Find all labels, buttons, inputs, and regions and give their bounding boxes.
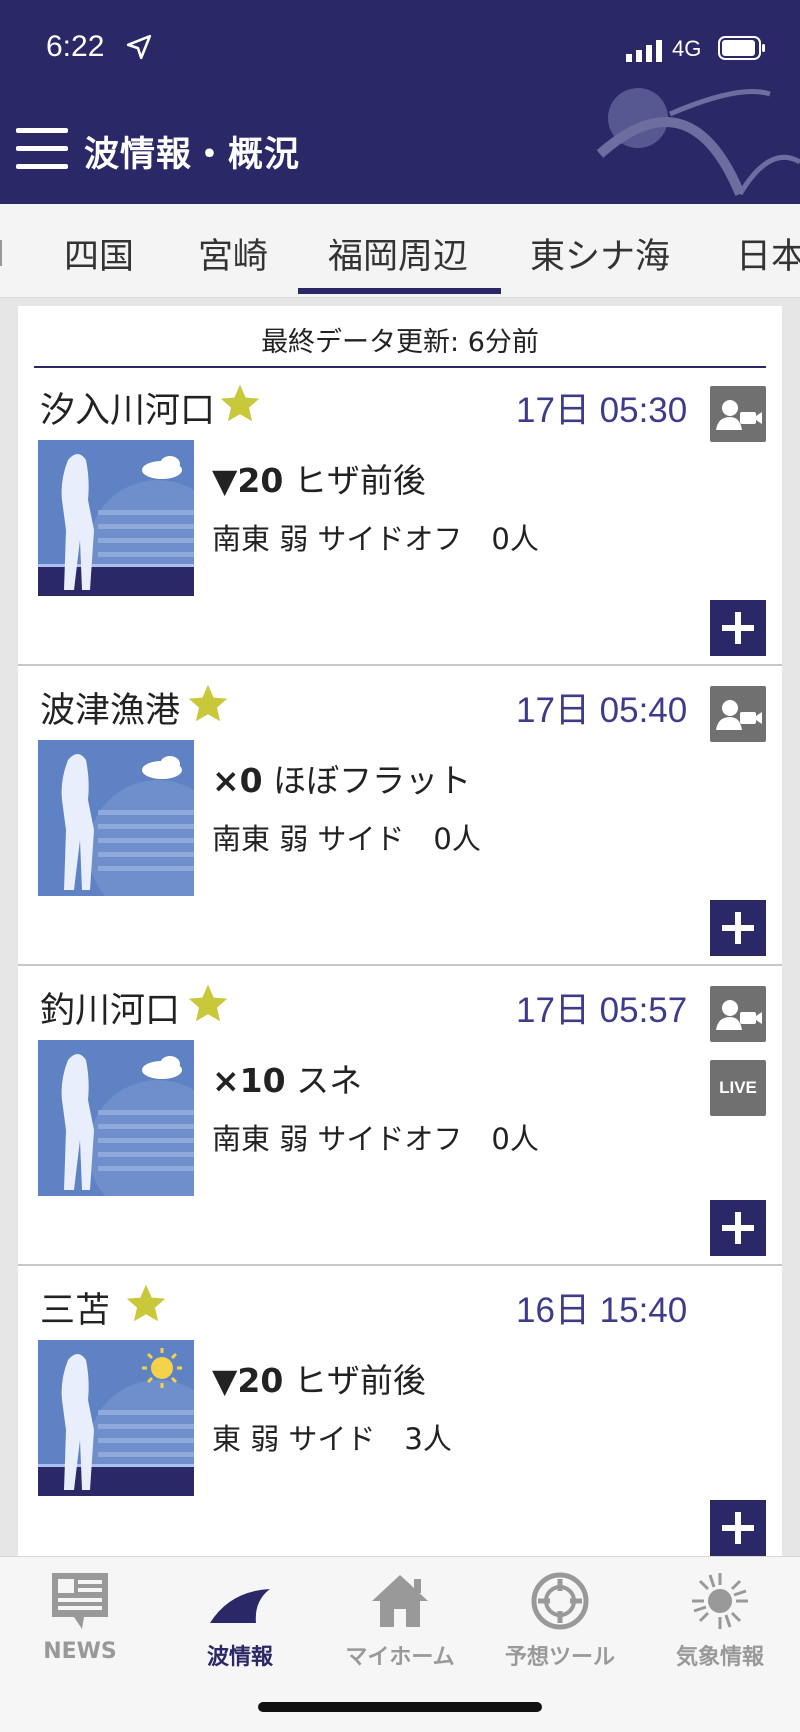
tab-east-china-sea[interactable]: 東シナ海	[530, 228, 670, 279]
wave-size: ×0	[212, 761, 263, 800]
favorite-star-icon[interactable]	[218, 382, 262, 426]
nav-label: 波情報	[206, 1645, 273, 1670]
camera-icon	[716, 400, 762, 430]
last-updated: 最終データ更新: 6分前	[261, 327, 539, 358]
nav-label: NEWS	[43, 1639, 117, 1664]
add-button[interactable]	[710, 600, 766, 656]
camera-icon	[716, 1000, 762, 1030]
tab-shikoku[interactable]: 四国	[64, 228, 134, 279]
spot-name: 三苫	[40, 1291, 111, 1331]
wind-info: 南東 弱 サイドオフ 0人	[212, 1122, 539, 1156]
spot-card[interactable]: 波津漁港 17日 05:40 ×0 ほぼフラット 南東 弱 サイド 0人	[18, 668, 782, 966]
sun-icon	[692, 1573, 748, 1629]
wave-size: ▼20	[212, 461, 284, 500]
nav-forecast-tool[interactable]: 予想ツール	[480, 1565, 640, 1675]
tab-japan[interactable]: 日本	[736, 228, 800, 279]
spot-time: 17日 05:40	[516, 691, 688, 730]
nav-label: 気象情報	[675, 1645, 764, 1670]
tab-fukuoka[interactable]: 福岡周辺	[328, 228, 468, 279]
network-type: 4G	[672, 36, 702, 61]
home-indicator	[258, 1702, 542, 1712]
favorite-star-icon[interactable]	[186, 682, 230, 726]
status-bar: 6:22 4G	[0, 30, 800, 70]
wave-text: ヒザ前後	[293, 1361, 426, 1400]
battery-icon	[718, 36, 765, 60]
home-icon	[372, 1575, 428, 1627]
wave-text: スネ	[296, 1061, 363, 1100]
nav-weather-info[interactable]: 気象情報	[640, 1565, 800, 1675]
surfer-image	[38, 440, 194, 596]
wave-icon	[210, 1589, 270, 1623]
add-button[interactable]	[710, 1500, 766, 1556]
surfer-thumbnail	[38, 740, 194, 896]
add-button[interactable]	[710, 1200, 766, 1256]
spot-time: 16日 15:40	[516, 1291, 688, 1330]
region-tabs: 四国 宮崎 福岡周辺 東シナ海 日本	[0, 204, 800, 298]
nav-wave-info[interactable]: 波情報	[160, 1565, 320, 1675]
active-tab-indicator	[298, 288, 501, 294]
news-icon	[52, 1573, 108, 1629]
nav-news[interactable]: NEWS	[0, 1565, 160, 1675]
wind-info: 南東 弱 サイドオフ 0人	[212, 522, 539, 556]
hamburger-menu-icon[interactable]	[16, 128, 68, 170]
spot-name: 汐入川河口	[40, 391, 216, 431]
wave-info: ×0 ほぼフラット	[212, 754, 471, 802]
camera-button[interactable]	[710, 686, 766, 742]
surfer-thumbnail	[38, 1040, 194, 1196]
camera-icon	[716, 700, 762, 730]
surfer-thumbnail	[38, 440, 194, 596]
camera-button[interactable]	[710, 386, 766, 442]
spot-name: 波津漁港	[40, 691, 181, 731]
surfer-image	[38, 1340, 194, 1496]
spot-card[interactable]: 釣川河口 17日 05:57 LIVE ×10 スネ 南東 弱 サイドオフ 0人	[18, 968, 782, 1266]
favorite-star-icon[interactable]	[186, 982, 230, 1026]
wave-text: ほぼフラット	[273, 761, 472, 800]
target-icon	[531, 1572, 589, 1630]
surfer-image	[38, 1040, 194, 1196]
location-arrow-icon	[126, 34, 152, 60]
wave-size: ▼20	[212, 1361, 284, 1400]
spot-list: 最終データ更新: 6分前 汐入川河口 17日 05:30 ▼20 ヒザ前後 南東…	[18, 306, 782, 1556]
nav-my-home[interactable]: マイホーム	[320, 1565, 480, 1675]
live-button[interactable]: LIVE	[710, 1060, 766, 1116]
surfer-image	[38, 740, 194, 896]
spot-card[interactable]: 三苫 16日 15:40 ▼20 ヒザ前後 東 弱 サイド 3人	[18, 1268, 782, 1556]
spot-name: 釣川河口	[40, 991, 181, 1031]
wave-info: ▼20 ヒザ前後	[212, 1354, 426, 1402]
wind-info: 東 弱 サイド 3人	[212, 1422, 452, 1456]
camera-button[interactable]	[710, 986, 766, 1042]
tab-scroll-edge	[0, 240, 2, 266]
spot-card[interactable]: 汐入川河口 17日 05:30 ▼20 ヒザ前後 南東 弱 サイドオフ 0人	[18, 368, 782, 666]
app-header: 6:22 4G 波情報・概況	[0, 0, 800, 204]
wave-text: ヒザ前後	[293, 461, 426, 500]
page-title: 波情報・概況	[84, 135, 301, 175]
wave-info: ▼20 ヒザ前後	[212, 454, 426, 502]
wave-info: ×10 スネ	[212, 1054, 362, 1102]
spot-time: 17日 05:30	[516, 391, 688, 430]
favorite-star-icon[interactable]	[124, 1282, 168, 1326]
wave-size: ×10	[212, 1061, 286, 1100]
signal-icon	[626, 40, 662, 62]
status-time: 6:22	[46, 30, 105, 63]
spot-time: 17日 05:57	[516, 991, 688, 1030]
nav-label: マイホーム	[345, 1645, 455, 1670]
add-button[interactable]	[710, 900, 766, 956]
brand-logo-decoration	[596, 88, 800, 196]
wind-info: 南東 弱 サイド 0人	[212, 822, 481, 856]
surfer-thumbnail	[38, 1340, 194, 1496]
nav-label: 予想ツール	[504, 1645, 615, 1670]
tab-miyazaki[interactable]: 宮崎	[198, 228, 268, 279]
